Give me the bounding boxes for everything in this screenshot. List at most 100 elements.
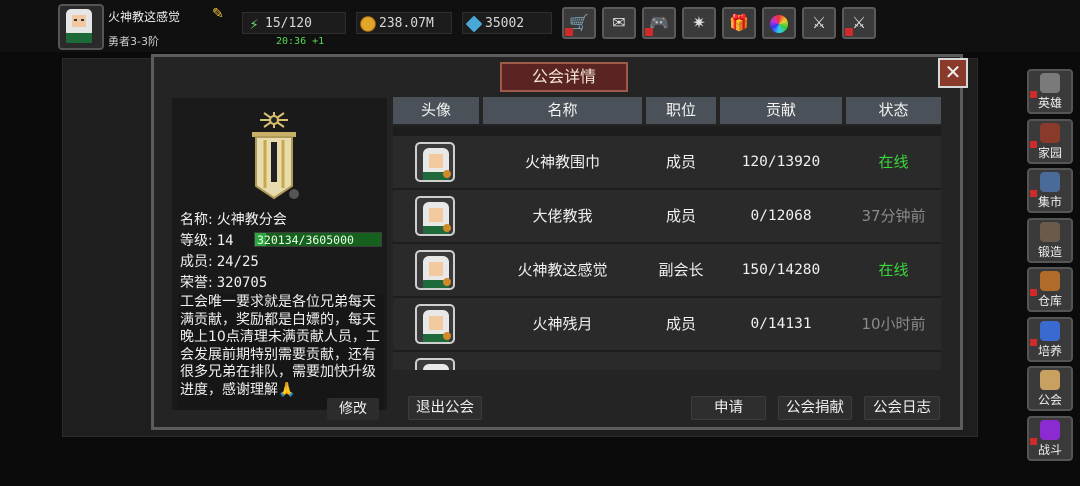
header-role: 职位 [646,97,716,124]
alert-badge [845,28,853,36]
sidebar-item-1[interactable]: 家园 [1027,118,1073,164]
warehouse-icon [1040,271,1060,291]
sidebar-item-label: 集市 [1037,195,1062,209]
gem-counter: 35002 [462,12,552,34]
donate-button[interactable]: 公会捐献 [778,396,852,420]
member-status: 在线 [878,153,909,171]
sidebar-item-label: 公会 [1037,393,1062,407]
sidebar-item-5[interactable]: 培养 [1027,316,1073,362]
player-rank: 勇者3-3阶 [108,35,159,48]
sidebar-item-label: 战斗 [1037,442,1062,457]
anvil-icon [1040,221,1060,242]
guild-members: 24/25 [216,254,259,270]
guild-honor: 320705 [216,275,268,291]
table-row[interactable]: 火神教围巾 成员 120/13920 在线 [393,136,941,188]
gold-counter: 238.07M [356,12,452,34]
table-row[interactable] [393,352,941,370]
guild-icon [1040,370,1060,390]
modify-button[interactable]: 修改 [327,398,379,420]
guild-announcement: 工会唯一要求就是各位兄弟每天满贡献，奖励都是白嫖的，每天晚上10点清理未满贡献人… [178,294,384,410]
table-row[interactable]: 大佬教我 成员 0/12068 37分钟前 [393,190,941,242]
lottery-button[interactable] [762,7,796,39]
mail-button[interactable]: ✉ [602,7,636,39]
shop-button[interactable]: 🛒 [562,7,596,39]
member-contribution: 150/14280 [741,262,821,278]
guild-honor-row: 荣誉: 320705 [180,272,267,292]
hero-helmet-icon [1040,73,1060,93]
player-avatar[interactable] [58,4,104,50]
settings-button[interactable]: ✷ [682,7,716,39]
member-name: 大佬教我 [532,207,593,225]
edit-name-icon[interactable]: ✎ [212,6,228,22]
guild-name: 火神教分会 [216,212,287,228]
table-row[interactable]: 火神残月 成员 0/14131 10小时前 [393,298,941,350]
sidebar-item-2[interactable]: 集市 [1027,168,1073,213]
lightning-icon: ⚡ [249,15,259,33]
sidebar-item-label: 锻造 [1037,244,1062,259]
stamina-counter: ⚡ 15/120 [242,12,346,34]
apply-button[interactable]: 申请 [691,396,766,420]
guild-exp-bar: 320134/3605000 [254,232,382,247]
member-contribution: 120/13920 [741,154,821,170]
member-avatar[interactable] [415,142,455,182]
sidebar-item-4[interactable]: 仓库 [1027,267,1073,312]
leave-guild-button[interactable]: 退出公会 [408,396,482,420]
member-avatar[interactable] [415,196,455,236]
member-contribution: 0/14131 [750,316,812,332]
stamina-timer: 20:36 +1 [276,36,325,47]
member-name: 火神教围巾 [524,153,600,171]
member-status: 在线 [878,261,909,279]
sidebar-item-label: 英雄 [1037,96,1062,110]
arena-button[interactable]: ⚔ [842,7,876,39]
guild-log-button[interactable]: 公会日志 [864,396,940,420]
cultivate-icon [1040,320,1060,341]
member-status: 10小时前 [861,315,926,333]
crossed-swords-icon: ⚔ [851,13,867,32]
member-avatar[interactable] [415,358,455,370]
alert-badge [645,28,653,36]
stamina-value: 15/120 [265,16,312,31]
close-button[interactable]: ✕ [938,58,968,88]
sidebar-item-3[interactable]: 锻造 [1027,217,1073,263]
sidebar-item-label: 仓库 [1037,294,1062,308]
member-avatar[interactable] [415,304,455,344]
sidebar-item-label: 家园 [1037,145,1062,160]
gift-icon: 🎁 [729,13,749,32]
header-contribution: 贡献 [720,97,842,124]
guild-members-row: 成员: 24/25 [180,251,259,271]
member-avatar[interactable] [415,250,455,290]
market-stall-icon [1040,172,1060,192]
sword-upgrade-icon: ⚔ [811,13,827,32]
color-wheel-icon [770,14,788,33]
avatar-portrait-icon [66,9,92,43]
sidebar-item-label: 培养 [1037,343,1062,358]
close-icon: ✕ [944,60,962,84]
member-status: 37分钟前 [861,207,926,225]
activity-button[interactable]: 🎮 [642,7,676,39]
mail-icon: ✉ [612,13,626,32]
guild-honor-label: 荣誉: [180,275,213,291]
gear-icon: ✷ [692,13,706,32]
gold-coin-icon [360,16,376,32]
sidebar-item-6[interactable]: 公会 [1027,366,1073,411]
gem-value: 35002 [485,16,525,31]
home-gate-icon [1040,122,1060,143]
sidebar-item-0[interactable]: 英雄 [1027,69,1073,114]
member-role: 成员 [665,315,696,333]
gold-value: 238.07M [379,16,434,31]
header-avatar: 头像 [393,97,479,124]
upgrade-button[interactable]: ⚔ [802,7,836,39]
guild-name-label: 名称: [180,212,213,228]
guild-level: 14 [216,233,234,249]
table-row[interactable]: 火神教这感觉 副会长 150/14280 在线 [393,244,941,296]
member-name: 火神残月 [532,315,593,333]
player-name: 火神教这感觉 [108,10,181,24]
sidebar-item-7[interactable]: 战斗 [1027,415,1073,461]
header-status: 状态 [846,97,941,124]
gift-button[interactable]: 🎁 [722,7,756,39]
guild-level-row: 等级: 14 [180,230,234,250]
member-list[interactable]: 火神教围巾 成员 120/13920 在线 大佬教我 成员 0/12068 37分钟前 火神教这… [393,126,941,370]
guild-exp-text: 320134/3605000 [257,233,354,247]
member-role: 成员 [665,153,696,171]
guild-banner-icon [252,112,299,200]
